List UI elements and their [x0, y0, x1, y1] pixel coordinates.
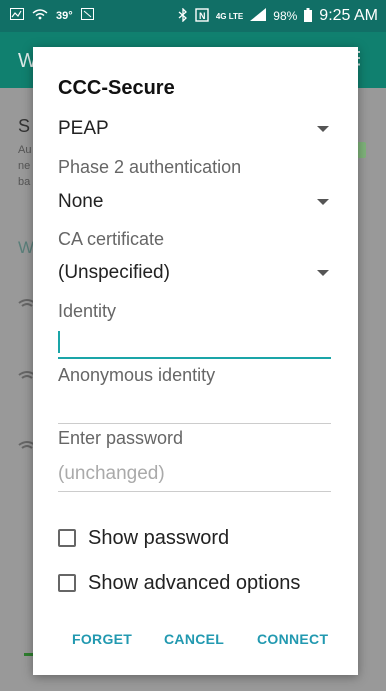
ca-certificate-label: CA certificate	[58, 229, 165, 249]
dropdown-arrow-icon	[317, 126, 329, 132]
signal-icon	[250, 8, 267, 24]
eap-method-value: PEAP	[58, 118, 109, 139]
battery-percent-text: 98%	[273, 9, 298, 23]
phase2-label: Phase 2 authentication	[58, 157, 242, 177]
show-password-checkbox-row[interactable]: Show password	[58, 526, 229, 550]
status-left-icons: 39°	[10, 8, 95, 23]
show-password-checkbox[interactable]	[58, 529, 76, 547]
show-advanced-label: Show advanced options	[88, 571, 301, 594]
svg-text:N: N	[199, 11, 206, 21]
identity-field[interactable]	[58, 327, 331, 359]
ca-certificate-value: (Unspecified)	[58, 262, 170, 283]
wifi-calling-icon	[32, 8, 48, 23]
dropdown-arrow-icon	[317, 199, 329, 205]
ca-certificate-dropdown[interactable]: (Unspecified)	[58, 258, 331, 288]
gallery-notification-icon	[10, 8, 24, 23]
temperature-text: 39°	[56, 9, 73, 22]
wifi-network-dialog: CCC-Secure PEAP Phase 2 authentication N…	[33, 47, 358, 675]
phase2-dropdown[interactable]: None	[58, 187, 331, 217]
network-type-text: 4G LTE	[215, 11, 244, 21]
image-notification-icon	[80, 8, 95, 23]
background-section-title: W	[18, 238, 35, 257]
text-cursor	[58, 331, 60, 353]
battery-icon	[304, 7, 313, 25]
dropdown-arrow-icon	[317, 270, 329, 276]
eap-method-dropdown[interactable]: PEAP	[58, 114, 331, 144]
password-label: Enter password	[58, 428, 184, 448]
anonymous-identity-field[interactable]	[58, 393, 331, 424]
dialog-title: CCC-Secure	[58, 77, 175, 99]
status-bar: 39° N 4G LTE 98% 9:25 AM	[0, 0, 386, 32]
background-item-subtitle: Au ne ba	[18, 144, 32, 188]
identity-label: Identity	[58, 301, 117, 321]
password-placeholder: (unchanged)	[58, 463, 165, 484]
forget-button[interactable]: FORGET	[72, 631, 132, 647]
status-right-icons: N 4G LTE 98% 9:25 AM	[178, 6, 378, 25]
connect-button[interactable]: CONNECT	[257, 631, 328, 647]
bluetooth-icon	[178, 6, 188, 25]
phase2-value: None	[58, 191, 104, 212]
show-advanced-checkbox-row[interactable]: Show advanced options	[58, 571, 300, 595]
anonymous-identity-label: Anonymous identity	[58, 365, 216, 385]
show-password-label: Show password	[88, 526, 230, 549]
cancel-button[interactable]: CANCEL	[164, 631, 224, 647]
background-item-title: S	[18, 116, 31, 136]
password-field[interactable]: (unchanged)	[58, 461, 331, 492]
show-advanced-checkbox[interactable]	[58, 574, 76, 592]
clock-text: 9:25 AM	[319, 7, 378, 24]
nfc-icon: N	[195, 7, 209, 25]
